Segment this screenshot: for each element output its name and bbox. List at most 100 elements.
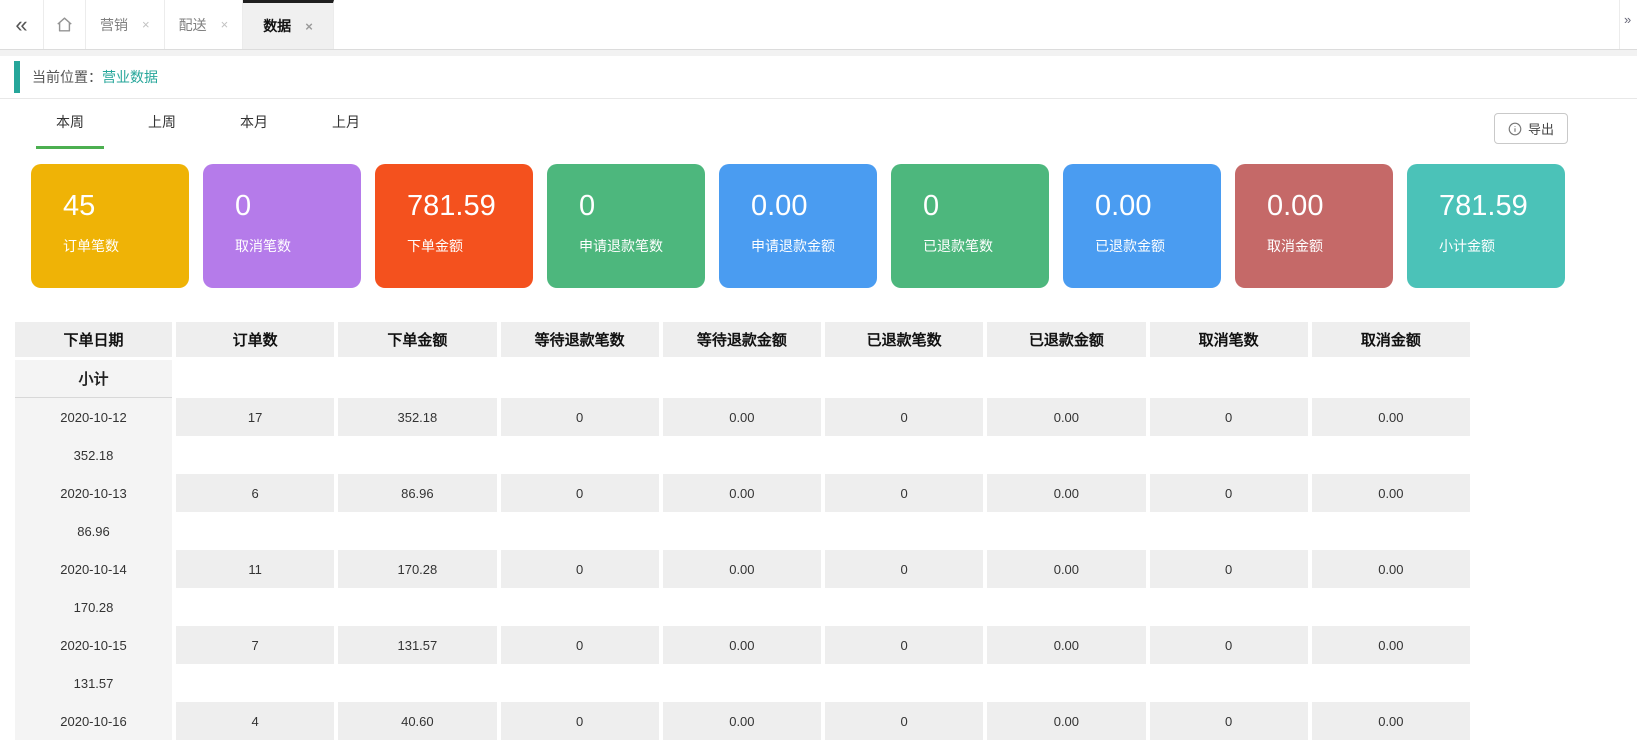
table-cell: 0.00 xyxy=(663,398,821,436)
table-cell: 86.96 xyxy=(338,474,496,512)
stat-label: 取消金额 xyxy=(1267,236,1393,256)
stat-card-order-count: 45 订单笔数 xyxy=(31,164,189,288)
stat-label: 申请退款笔数 xyxy=(579,236,705,256)
stat-value: 0 xyxy=(235,191,361,223)
table-cell: 0 xyxy=(1150,702,1308,740)
topbar-spacer xyxy=(334,0,1619,49)
stat-card-refund-request-amount: 0.00 申请退款金额 xyxy=(719,164,877,288)
table-cell: 4 xyxy=(176,702,334,740)
stat-value: 45 xyxy=(63,191,189,223)
table-cell: 0 xyxy=(825,398,983,436)
table-cell: 0.00 xyxy=(663,626,821,664)
close-tab-icon[interactable]: × xyxy=(142,17,150,32)
stat-value: 0.00 xyxy=(1267,191,1393,223)
table-date-cell: 86.96 xyxy=(15,512,172,550)
table-cell: 0 xyxy=(825,550,983,588)
table-cell: 0 xyxy=(501,702,659,740)
table-cell: 0 xyxy=(825,474,983,512)
table-date-cell: 2020-10-16 xyxy=(15,702,172,740)
table-cell: 0.00 xyxy=(1312,626,1470,664)
column-header: 取消笔数 xyxy=(1150,322,1308,360)
window-tab-bar: « 营销 × 配送 × 数据 × » xyxy=(0,0,1637,50)
column-header: 已退款笔数 xyxy=(825,322,983,360)
close-tab-icon[interactable]: × xyxy=(305,19,313,34)
table-cell: 0 xyxy=(501,626,659,664)
column-header: 等待退款金额 xyxy=(663,322,821,360)
tab-last-week[interactable]: 上周 xyxy=(128,99,196,149)
table-cell: 40.60 xyxy=(338,702,496,740)
breadcrumb: 当前位置： 营业数据 xyxy=(0,56,1637,99)
tab-overflow-icon[interactable]: » xyxy=(1619,0,1637,49)
table-cell: 6 xyxy=(176,474,334,512)
table-cell: 0.00 xyxy=(663,550,821,588)
column-header: 下单金额 xyxy=(338,322,496,360)
table-cell: 0.00 xyxy=(663,474,821,512)
export-button[interactable]: 导出 xyxy=(1494,113,1568,144)
column-header: 下单日期 xyxy=(15,322,172,360)
column-header: 取消金额 xyxy=(1312,322,1470,360)
stat-label: 已退款金额 xyxy=(1095,236,1221,256)
table-date-cell: 2020-10-13 xyxy=(15,474,172,512)
table-cell: 131.57 xyxy=(338,626,496,664)
table-cell: 0 xyxy=(825,702,983,740)
stat-card-row: 45 订单笔数 0 取消笔数 781.59 下单金额 0 申请退款笔数 0.00… xyxy=(31,164,1637,288)
stat-card-order-amount: 781.59 下单金额 xyxy=(375,164,533,288)
window-tab-data[interactable]: 数据 × xyxy=(243,0,334,49)
tab-last-month[interactable]: 上月 xyxy=(312,99,380,149)
table-date-cell: 131.57 xyxy=(15,664,172,702)
stat-card-cancel-amount: 0.00 取消金额 xyxy=(1235,164,1393,288)
window-tab-delivery[interactable]: 配送 × xyxy=(165,0,244,49)
stat-label: 订单笔数 xyxy=(63,236,189,256)
table-cell: 0.00 xyxy=(987,550,1145,588)
stat-value: 0 xyxy=(579,191,705,223)
table-cell: 0 xyxy=(1150,550,1308,588)
table-cell: 17 xyxy=(176,398,334,436)
table-cell: 0.00 xyxy=(663,702,821,740)
close-tab-icon[interactable]: × xyxy=(221,17,229,32)
stat-label: 小计金额 xyxy=(1439,236,1565,256)
period-tab-bar: 本周 上周 本月 上月 导出 xyxy=(0,99,1637,149)
table-empty-row xyxy=(176,512,1470,550)
collapse-sidebar-icon[interactable]: « xyxy=(0,0,44,49)
window-tab-label: 数据 xyxy=(263,16,291,36)
column-header: 等待退款笔数 xyxy=(501,322,659,360)
window-tab-label: 配送 xyxy=(179,15,207,35)
table-cell: 11 xyxy=(176,550,334,588)
stat-label: 取消笔数 xyxy=(235,236,361,256)
table-cell: 0.00 xyxy=(1312,398,1470,436)
tab-this-month[interactable]: 本月 xyxy=(220,99,288,149)
table-cell: 0.00 xyxy=(987,626,1145,664)
table-date-cell: 2020-10-15 xyxy=(15,626,172,664)
table-date-cell: 352.18 xyxy=(15,436,172,474)
table-cell: 0 xyxy=(1150,626,1308,664)
table-cell: 352.18 xyxy=(338,398,496,436)
table-empty-row xyxy=(176,436,1470,474)
home-tab[interactable] xyxy=(44,0,86,49)
table-cell: 0 xyxy=(1150,398,1308,436)
stat-label: 已退款笔数 xyxy=(923,236,1049,256)
table-cell: 0.00 xyxy=(1312,702,1470,740)
business-data-table: 下单日期 订单数 下单金额 等待退款笔数 等待退款金额 已退款笔数 已退款金额 … xyxy=(15,322,1470,740)
table-cell: 7 xyxy=(176,626,334,664)
window-tab-marketing[interactable]: 营销 × xyxy=(86,0,165,49)
breadcrumb-accent-bar xyxy=(14,61,20,93)
info-circle-icon xyxy=(1508,122,1522,136)
table-empty-row xyxy=(176,664,1470,702)
tab-this-week[interactable]: 本周 xyxy=(36,99,104,149)
table-cell: 0 xyxy=(825,626,983,664)
table-cell: 170.28 xyxy=(338,550,496,588)
table-cell: 0.00 xyxy=(1312,550,1470,588)
table-date-cell: 2020-10-14 xyxy=(15,550,172,588)
stat-value: 781.59 xyxy=(407,191,533,223)
table-cell: 0.00 xyxy=(987,702,1145,740)
table-empty-row xyxy=(176,588,1470,626)
stat-card-refunded-count: 0 已退款笔数 xyxy=(891,164,1049,288)
stat-label: 下单金额 xyxy=(407,236,533,256)
column-header: 订单数 xyxy=(176,322,334,360)
breadcrumb-link[interactable]: 营业数据 xyxy=(102,67,158,87)
stat-card-cancel-count: 0 取消笔数 xyxy=(203,164,361,288)
column-header: 已退款金额 xyxy=(987,322,1145,360)
breadcrumb-prefix: 当前位置： xyxy=(32,67,102,87)
home-icon xyxy=(55,15,74,34)
table-empty-row xyxy=(176,360,1470,398)
